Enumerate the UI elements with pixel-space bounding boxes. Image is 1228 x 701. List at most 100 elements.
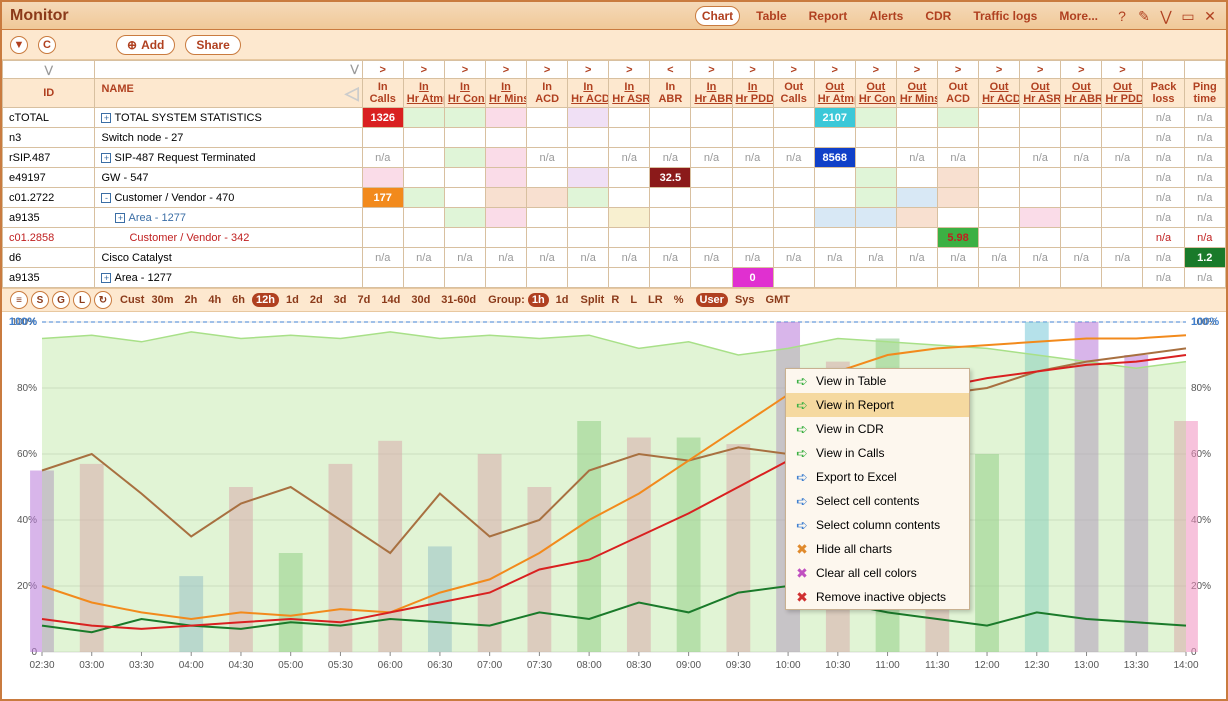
- metric-cell[interactable]: [1102, 268, 1143, 288]
- metric-cell[interactable]: [1102, 188, 1143, 208]
- metric-cell[interactable]: [485, 188, 526, 208]
- metric-cell[interactable]: [609, 128, 650, 148]
- metric-cell[interactable]: [814, 188, 855, 208]
- metric-cell[interactable]: [485, 228, 526, 248]
- metric-cell[interactable]: n/a: [609, 148, 650, 168]
- metric-cell[interactable]: n/a: [568, 248, 609, 268]
- metric-cell[interactable]: [1061, 268, 1102, 288]
- metric-cell[interactable]: n/a: [1143, 208, 1184, 228]
- metric-cell[interactable]: n/a: [485, 248, 526, 268]
- metric-cell[interactable]: n/a: [979, 248, 1020, 268]
- dropdown-icon[interactable]: ⋁: [1158, 8, 1174, 24]
- metric-cell[interactable]: [527, 268, 568, 288]
- menu-item[interactable]: ➪Select column contents: [786, 513, 969, 537]
- metric-cell[interactable]: n/a: [773, 248, 814, 268]
- refresh-icon[interactable]: C: [38, 36, 56, 54]
- metric-cell[interactable]: [773, 228, 814, 248]
- metric-cell[interactable]: [650, 228, 691, 248]
- metric-cell[interactable]: [527, 108, 568, 128]
- metric-cell[interactable]: n/a: [1061, 248, 1102, 268]
- col-header[interactable]: OutCalls: [773, 79, 814, 108]
- table-row[interactable]: rSIP.487+SIP-487 Request Terminatedn/an/…: [3, 148, 1226, 168]
- metric-cell[interactable]: [527, 128, 568, 148]
- metric-cell[interactable]: [732, 128, 773, 148]
- col-header[interactable]: OutHr ABR: [1061, 79, 1102, 108]
- metric-cell[interactable]: [1020, 268, 1061, 288]
- tz-Sys[interactable]: Sys: [731, 293, 759, 307]
- metric-cell[interactable]: [403, 168, 444, 188]
- metric-cell[interactable]: n/a: [650, 248, 691, 268]
- tree-toggle-icon[interactable]: +: [101, 153, 111, 163]
- metric-cell[interactable]: [362, 228, 403, 248]
- metric-cell[interactable]: [362, 128, 403, 148]
- filter-cell[interactable]: >: [1102, 61, 1143, 79]
- metric-cell[interactable]: [650, 128, 691, 148]
- col-header[interactable]: InHr Conn: [444, 79, 485, 108]
- col-header[interactable]: InHr ACD: [568, 79, 609, 108]
- col-header[interactable]: InHr ABR: [691, 79, 732, 108]
- metric-cell[interactable]: n/a: [444, 248, 485, 268]
- metric-cell[interactable]: n/a: [773, 148, 814, 168]
- metric-cell[interactable]: [1061, 188, 1102, 208]
- metric-cell[interactable]: n/a: [1184, 168, 1225, 188]
- metric-cell[interactable]: [732, 228, 773, 248]
- filter-cell[interactable]: >: [691, 61, 732, 79]
- metric-cell[interactable]: [896, 268, 937, 288]
- metric-cell[interactable]: n/a: [1184, 208, 1225, 228]
- metric-cell[interactable]: n/a: [1184, 268, 1225, 288]
- metric-cell[interactable]: n/a: [403, 248, 444, 268]
- metric-cell[interactable]: n/a: [650, 148, 691, 168]
- metric-cell[interactable]: [896, 188, 937, 208]
- metric-cell[interactable]: [773, 168, 814, 188]
- metric-cell[interactable]: [979, 188, 1020, 208]
- filter-cell[interactable]: [1143, 61, 1184, 79]
- metric-cell[interactable]: [773, 208, 814, 228]
- metric-cell[interactable]: [650, 268, 691, 288]
- metric-cell[interactable]: [1061, 228, 1102, 248]
- tree-toggle-icon[interactable]: -: [101, 193, 111, 203]
- metric-cell[interactable]: [568, 128, 609, 148]
- metric-cell[interactable]: n/a: [362, 148, 403, 168]
- split-R[interactable]: R: [607, 293, 623, 307]
- table-row[interactable]: a9135+Area - 12770n/an/a: [3, 268, 1226, 288]
- metric-cell[interactable]: [1061, 128, 1102, 148]
- filter-cell[interactable]: <: [650, 61, 691, 79]
- range-1d[interactable]: 1d: [282, 293, 303, 307]
- metric-cell[interactable]: [732, 168, 773, 188]
- metric-cell[interactable]: [568, 188, 609, 208]
- metric-cell[interactable]: [855, 108, 896, 128]
- tab-more-[interactable]: More...: [1053, 7, 1104, 25]
- metric-cell[interactable]: [444, 108, 485, 128]
- metric-cell[interactable]: n/a: [1184, 128, 1225, 148]
- metric-cell[interactable]: [938, 268, 979, 288]
- chart-mode-button[interactable]: L: [73, 291, 91, 309]
- menu-item[interactable]: ➪View in CDR: [786, 417, 969, 441]
- metric-cell[interactable]: [691, 228, 732, 248]
- metric-cell[interactable]: [938, 208, 979, 228]
- metric-cell[interactable]: n/a: [609, 248, 650, 268]
- filter-cell[interactable]: [1184, 61, 1225, 79]
- metric-cell[interactable]: n/a: [732, 248, 773, 268]
- metric-cell[interactable]: [979, 108, 1020, 128]
- metric-cell[interactable]: [1102, 128, 1143, 148]
- edit-icon[interactable]: ✎: [1136, 8, 1152, 24]
- col-header[interactable]: OutACD: [938, 79, 979, 108]
- metric-cell[interactable]: [485, 208, 526, 228]
- metric-cell[interactable]: [609, 228, 650, 248]
- col-header[interactable]: OutHr Mins: [896, 79, 937, 108]
- col-header[interactable]: Packloss: [1143, 79, 1184, 108]
- metric-cell[interactable]: [938, 188, 979, 208]
- metric-cell[interactable]: [691, 268, 732, 288]
- help-icon[interactable]: ?: [1114, 8, 1130, 24]
- metric-cell[interactable]: [1102, 108, 1143, 128]
- col-header[interactable]: InHr Mins: [485, 79, 526, 108]
- col-header[interactable]: OutHr ASR: [1020, 79, 1061, 108]
- metric-cell[interactable]: [650, 108, 691, 128]
- metric-cell[interactable]: [1061, 108, 1102, 128]
- metric-cell[interactable]: [362, 208, 403, 228]
- filter-cell[interactable]: >: [1061, 61, 1102, 79]
- col-header[interactable]: NAME◁: [95, 79, 362, 108]
- tz-GMT[interactable]: GMT: [762, 293, 794, 307]
- table-row[interactable]: a9135+Area - 1277n/an/a: [3, 208, 1226, 228]
- range-30d[interactable]: 30d: [407, 293, 434, 307]
